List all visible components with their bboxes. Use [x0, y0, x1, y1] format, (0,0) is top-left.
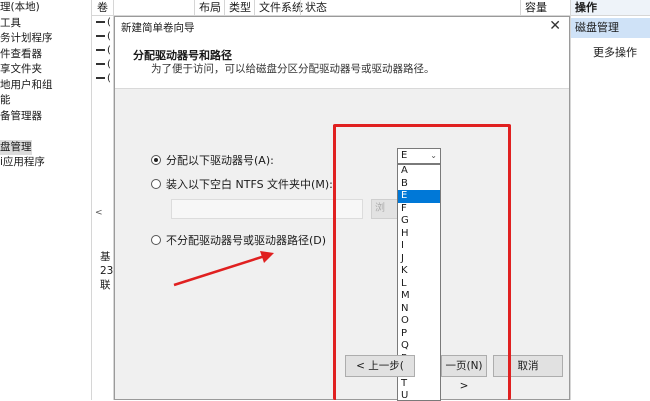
- actions-section-disk-management[interactable]: 磁盘管理: [571, 18, 650, 38]
- disk-info-line: 联: [100, 279, 111, 291]
- annotation-arrow-icon: [173, 251, 274, 287]
- volume-row[interactable]: (: [92, 58, 113, 72]
- radio-checked-icon[interactable]: [151, 155, 161, 165]
- close-icon[interactable]: ✕: [549, 18, 561, 34]
- volume-column-header[interactable]: 卷: [92, 0, 113, 16]
- volume-column: 卷 ( ( ( ( (: [92, 0, 114, 400]
- tree-item[interactable]: i应用程序: [0, 155, 91, 171]
- more-actions-link[interactable]: 更多操作: [571, 44, 650, 62]
- option-mount-folder[interactable]: 装入以下空白 NTFS 文件夹中(M):: [151, 176, 333, 192]
- tree-item[interactable]: 能: [0, 93, 91, 109]
- tree-item[interactable]: 工具: [0, 16, 91, 32]
- wizard-subheading: 为了便于访问，可以给磁盘分区分配驱动器号或驱动器路径。: [151, 63, 435, 75]
- tree-item[interactable]: 地用户和组: [0, 78, 91, 94]
- disk-info-line: 23: [100, 265, 114, 277]
- option-assign-letter-label: 分配以下驱动器号(A):: [166, 154, 274, 167]
- disk-info: 基 23 联: [100, 250, 113, 292]
- column-header-layout[interactable]: 布局: [194, 0, 221, 16]
- tree-item[interactable]: 备管理器: [0, 109, 91, 125]
- column-header-capacity[interactable]: 容量: [520, 0, 547, 16]
- annotation-highlight-box: [333, 124, 511, 400]
- volume-row[interactable]: (: [92, 44, 113, 58]
- volume-row[interactable]: (: [92, 72, 113, 86]
- dialog-titlebar: 新建简单卷向导 ✕: [115, 17, 569, 39]
- tree-item[interactable]: 理(本地): [0, 0, 91, 16]
- disk-info-line: 基: [100, 251, 111, 263]
- navigation-tree: 理(本地) 工具 务计划程序 件查看器 享文件夹 地用户和组能备管理器盘管理 i应用程序: [0, 0, 92, 400]
- option-mount-folder-label: 装入以下空白 NTFS 文件夹中(M):: [166, 178, 333, 191]
- tree-item[interactable]: 享文件夹: [0, 62, 91, 78]
- column-header-filesystem[interactable]: 文件系统: [254, 0, 303, 16]
- column-header-status[interactable]: 状态: [300, 0, 327, 16]
- radio-unchecked-icon[interactable]: [151, 235, 161, 245]
- volume-row[interactable]: (: [92, 30, 113, 44]
- volume-row[interactable]: (: [92, 16, 113, 30]
- wizard-header: 分配驱动器号和路径 为了便于访问，可以给磁盘分区分配驱动器号或驱动器路径。: [115, 39, 569, 89]
- tree-item[interactable]: 盘管理: [0, 139, 32, 155]
- column-header-type[interactable]: 类型: [224, 0, 251, 16]
- scroll-left-icon[interactable]: <: [95, 208, 103, 218]
- radio-unchecked-icon[interactable]: [151, 179, 161, 189]
- option-assign-letter[interactable]: 分配以下驱动器号(A):: [151, 152, 274, 168]
- column-headers: 布局 类型 文件系统 状态 容量: [114, 0, 570, 16]
- tree-item[interactable]: 件查看器: [0, 47, 91, 63]
- dialog-title: 新建简单卷向导: [121, 22, 195, 34]
- tree-item[interactable]: [0, 124, 91, 140]
- actions-title: 操作: [571, 0, 650, 16]
- tree-item[interactable]: 务计划程序: [0, 31, 91, 47]
- actions-panel: 操作 磁盘管理 更多操作: [570, 0, 650, 400]
